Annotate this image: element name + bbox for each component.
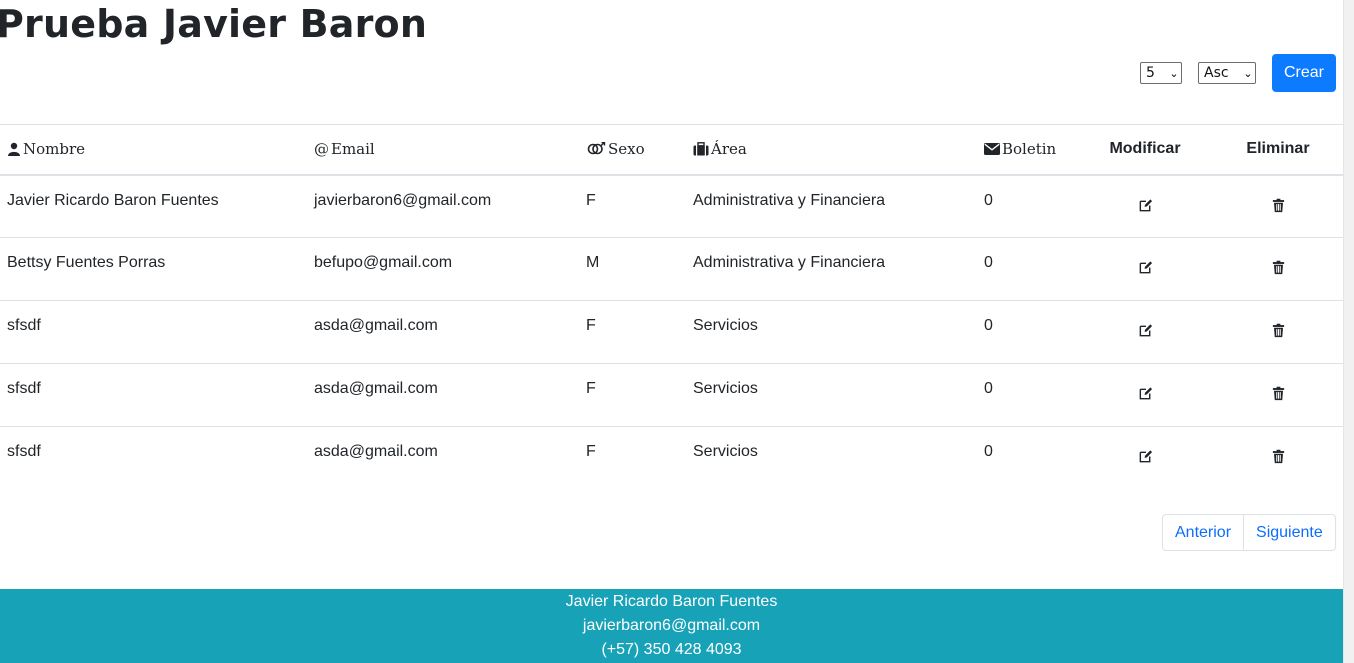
pagination: Anterior Siguiente xyxy=(1162,514,1336,551)
footer-phone: (+57) 350 428 4093 xyxy=(601,641,742,658)
cell-nombre: Bettsy Fuentes Porras xyxy=(7,254,166,271)
cell-nombre: sfsdf xyxy=(7,443,41,460)
cell-sexo: F xyxy=(586,443,596,460)
cell-sexo: F xyxy=(586,191,596,209)
table-row: Javier Ricardo Baron Fuentes javierbaron6… xyxy=(0,175,1343,238)
edit-icon xyxy=(1139,198,1152,211)
footer-name: Javier Ricardo Baron Fuentes xyxy=(565,593,778,610)
trash-icon xyxy=(1272,449,1284,464)
header-modificar: Modificar xyxy=(1109,140,1181,158)
delete-cell xyxy=(1213,175,1343,238)
header-sexo-label: Sexo xyxy=(608,140,645,159)
scrollbar[interactable] xyxy=(1343,0,1354,663)
order-select[interactable]: Asc ⌄ xyxy=(1198,62,1256,84)
edit-cell xyxy=(1077,364,1213,427)
trash-icon xyxy=(1272,386,1284,401)
cell-area: Administrativa y Financiera xyxy=(693,191,886,209)
cell-area: Servicios xyxy=(693,443,758,460)
delete-cell xyxy=(1213,238,1343,301)
trash-icon xyxy=(1272,260,1284,275)
table-row: sfsdf asda@gmail.com F Servicios 0 xyxy=(0,301,1343,364)
briefcase-icon xyxy=(693,142,709,156)
cell-email: befupo@gmail.com xyxy=(314,254,453,271)
gender-icon xyxy=(587,142,606,155)
edit-button[interactable] xyxy=(1138,260,1153,280)
cell-nombre: sfsdf xyxy=(7,380,41,397)
header-area-label: Área xyxy=(711,140,747,159)
edit-icon xyxy=(1139,387,1152,400)
page-title: Prueba Javier Baron xyxy=(0,2,428,46)
edit-button[interactable] xyxy=(1138,198,1153,218)
page-size-select[interactable]: 5 ⌄ xyxy=(1140,62,1182,84)
users-table: Nombre @ Email Sexo Área Boletin Modifica… xyxy=(0,124,1343,490)
cell-area: Servicios xyxy=(693,317,758,334)
cell-boletin: 0 xyxy=(984,380,993,397)
footer: Javier Ricardo Baron Fuentes javierbaron… xyxy=(0,589,1343,663)
delete-button[interactable] xyxy=(1271,198,1286,218)
at-icon: @ xyxy=(314,140,329,159)
header-boletin: Boletin xyxy=(977,125,1077,175)
delete-button[interactable] xyxy=(1271,260,1286,280)
cell-email: asda@gmail.com xyxy=(314,317,438,334)
delete-cell xyxy=(1213,427,1343,490)
envelope-icon xyxy=(984,143,1000,156)
user-icon xyxy=(8,143,20,157)
delete-button[interactable] xyxy=(1271,323,1286,343)
trash-icon xyxy=(1272,198,1284,212)
edit-button[interactable] xyxy=(1138,323,1153,343)
edit-icon xyxy=(1139,450,1152,463)
cell-email: asda@gmail.com xyxy=(314,380,438,397)
cell-boletin: 0 xyxy=(984,254,993,271)
edit-icon xyxy=(1139,261,1152,274)
header-nombre-label: Nombre xyxy=(23,140,86,159)
edit-cell xyxy=(1077,427,1213,490)
cell-sexo: F xyxy=(586,380,596,397)
header-boletin-label: Boletin xyxy=(1002,140,1057,159)
cell-boletin: 0 xyxy=(984,443,993,460)
cell-nombre: sfsdf xyxy=(7,317,41,334)
edit-cell xyxy=(1077,175,1213,238)
previous-page-button[interactable]: Anterior xyxy=(1163,515,1243,550)
edit-button[interactable] xyxy=(1138,449,1153,469)
header-nombre: Nombre xyxy=(0,125,307,175)
cell-sexo: F xyxy=(586,317,596,334)
edit-button[interactable] xyxy=(1138,386,1153,406)
table-row: sfsdf asda@gmail.com F Servicios 0 xyxy=(0,364,1343,427)
cell-email: asda@gmail.com xyxy=(314,443,438,460)
chevron-down-icon: ⌄ xyxy=(1169,66,1179,80)
cell-area: Servicios xyxy=(693,380,758,397)
cell-email: javierbaron6@gmail.com xyxy=(314,191,492,209)
cell-boletin: 0 xyxy=(984,317,993,334)
header-sexo: Sexo xyxy=(579,125,686,175)
create-button[interactable]: Crear xyxy=(1272,54,1336,92)
delete-cell xyxy=(1213,301,1343,364)
edit-icon xyxy=(1139,324,1152,337)
header-eliminar: Eliminar xyxy=(1246,140,1310,158)
cell-boletin: 0 xyxy=(984,191,993,209)
edit-cell xyxy=(1077,238,1213,301)
order-value: Asc xyxy=(1204,65,1229,81)
cell-area: Administrativa y Financiera xyxy=(693,254,886,271)
table-row: Bettsy Fuentes Porras befupo@gmail.com M Ad… xyxy=(0,238,1343,301)
chevron-down-icon: ⌄ xyxy=(1243,66,1253,80)
trash-icon xyxy=(1272,323,1284,338)
delete-button[interactable] xyxy=(1271,449,1286,469)
footer-email: javierbaron6@gmail.com xyxy=(582,617,761,634)
header-email-label: Email xyxy=(331,140,375,159)
next-page-button[interactable]: Siguiente xyxy=(1243,515,1335,550)
delete-cell xyxy=(1213,364,1343,427)
cell-sexo: M xyxy=(586,254,600,271)
edit-cell xyxy=(1077,301,1213,364)
page: Prueba Javier Baron 5 ⌄ Asc ⌄ Crear Nomb… xyxy=(0,0,1343,663)
table-row: sfsdf asda@gmail.com F Servicios 0 xyxy=(0,427,1343,490)
delete-button[interactable] xyxy=(1271,386,1286,406)
table-header-row: Nombre @ Email Sexo Área Boletin Modifica… xyxy=(0,124,1343,175)
header-email: @ Email xyxy=(307,125,579,175)
page-size-value: 5 xyxy=(1146,65,1155,81)
cell-nombre: Javier Ricardo Baron Fuentes xyxy=(7,191,219,209)
header-area: Área xyxy=(686,125,977,175)
